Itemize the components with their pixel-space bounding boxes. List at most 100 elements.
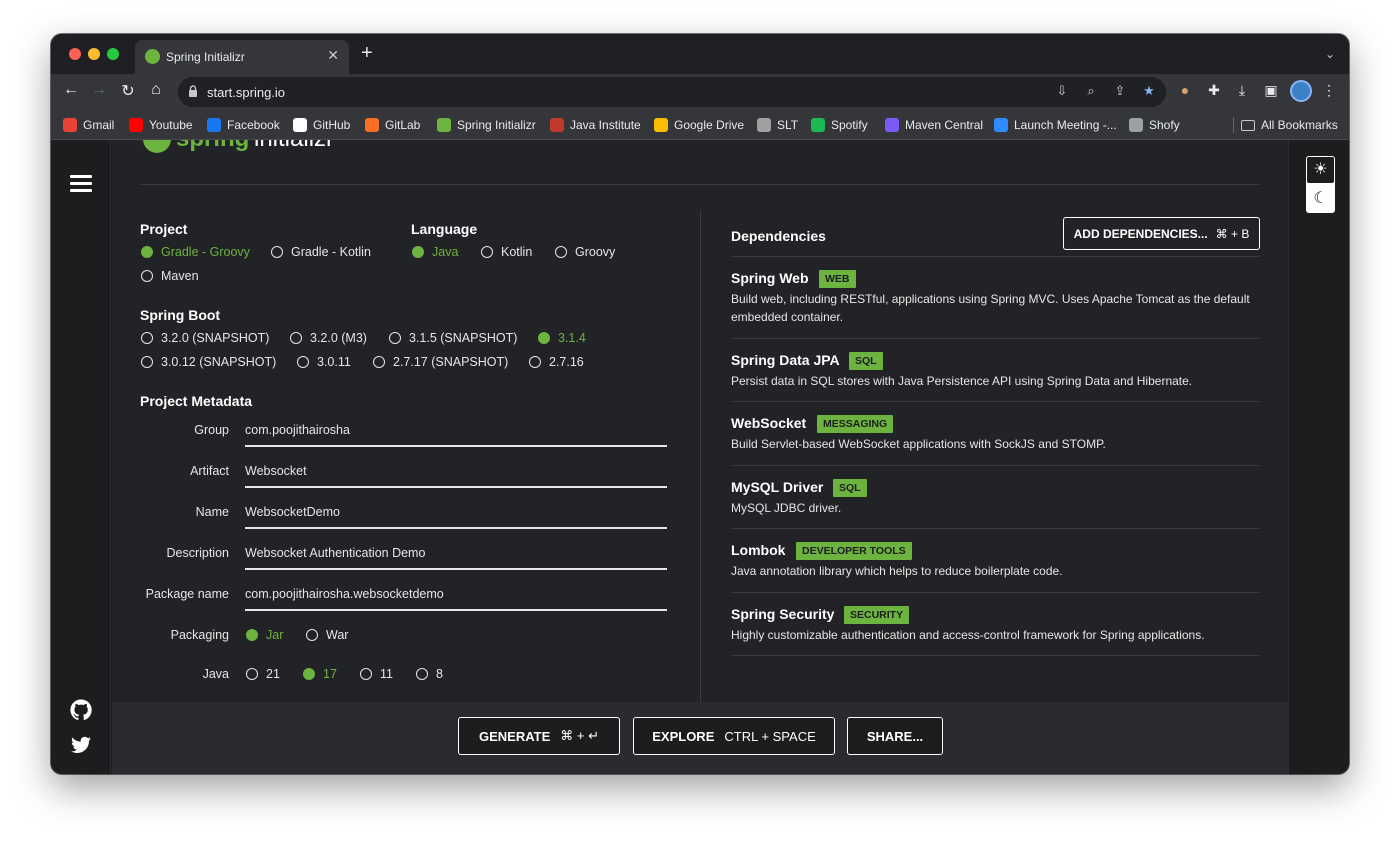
- bookmark-label: Shofy: [1149, 118, 1180, 132]
- radio-java-11[interactable]: 11: [360, 667, 393, 681]
- generate-button[interactable]: GENERATE ⌘ + ↵: [458, 717, 620, 755]
- artifact-input[interactable]: Websocket: [245, 464, 667, 488]
- bookmark-slt[interactable]: SLT: [757, 117, 798, 133]
- zoom-window-button[interactable]: [107, 48, 119, 60]
- logo-text-initializr: initializr: [254, 140, 334, 152]
- generate-label: GENERATE: [479, 728, 551, 744]
- all-bookmarks-button[interactable]: All Bookmarks: [1241, 117, 1338, 133]
- bookmark-facebook[interactable]: Facebook: [207, 117, 280, 133]
- hamburger-menu-icon[interactable]: [70, 175, 92, 193]
- all-bookmarks-label: All Bookmarks: [1261, 118, 1338, 132]
- radio-label: 21: [266, 667, 280, 681]
- downloads-icon[interactable]: ⤓: [1232, 82, 1252, 99]
- add-dependencies-button[interactable]: ADD DEPENDENCIES... ⌘ + B: [1063, 217, 1260, 250]
- radio-maven[interactable]: Maven: [141, 269, 199, 283]
- bookmark-label: Gmail: [83, 118, 115, 132]
- radio-label: Gradle - Kotlin: [291, 245, 371, 259]
- radio-label: Maven: [161, 269, 199, 283]
- dependency-divider: [731, 592, 1260, 593]
- share-button[interactable]: SHARE...: [847, 717, 943, 755]
- radio-java[interactable]: Java: [412, 245, 458, 259]
- twitter-icon[interactable]: [69, 733, 93, 757]
- radio-boot-3-0-11[interactable]: 3.0.11: [297, 355, 351, 369]
- package-name-input[interactable]: com.poojithairosha.websocketdemo: [245, 587, 667, 611]
- tab-search-chevron-icon[interactable]: ⌄: [1325, 47, 1335, 61]
- minimize-window-button[interactable]: [88, 48, 100, 60]
- radio-label: War: [326, 628, 349, 642]
- dependency-name: WebSocket: [731, 415, 807, 431]
- radio-boot-2-7-16[interactable]: 2.7.16: [529, 355, 584, 369]
- back-arrow-icon[interactable]: ←: [61, 81, 81, 99]
- github-icon[interactable]: [69, 698, 93, 722]
- radio-packaging-jar[interactable]: Jar: [246, 628, 283, 642]
- browser-menu-icon[interactable]: ⋮: [1319, 82, 1339, 99]
- browser-tab[interactable]: Spring Initializr ✕: [135, 40, 349, 74]
- radio-boot-3-2-0-snapshot[interactable]: 3.2.0 (SNAPSHOT): [141, 331, 269, 345]
- address-bar[interactable]: start.spring.io ⇩ ⌕ ⇪ ★: [178, 77, 1166, 107]
- bookmark-label: GitLab: [385, 118, 421, 132]
- explore-button[interactable]: EXPLORE CTRL + SPACE: [633, 717, 835, 755]
- install-app-icon[interactable]: ⇩: [1053, 83, 1071, 99]
- bookmark-java-institute[interactable]: Java Institute: [550, 117, 641, 133]
- extensions-puzzle-icon[interactable]: ✚: [1204, 82, 1224, 99]
- radio-java-21[interactable]: 21: [246, 667, 280, 681]
- radio-boot-3-2-0-m3[interactable]: 3.2.0 (M3): [290, 331, 367, 345]
- profile-avatar[interactable]: [1290, 80, 1312, 102]
- side-panel-icon[interactable]: ▣: [1261, 82, 1281, 99]
- bookmark-label: Spotify: [831, 118, 868, 132]
- radio-boot-3-0-12-snapshot[interactable]: 3.0.12 (SNAPSHOT): [141, 355, 276, 369]
- home-icon[interactable]: ⌂: [146, 81, 166, 99]
- dependency-badge: SQL: [849, 352, 883, 370]
- bookmark-shofy[interactable]: Shofy: [1129, 117, 1180, 133]
- close-tab-icon[interactable]: ✕: [327, 47, 339, 64]
- reload-icon[interactable]: ↻: [118, 81, 138, 101]
- theme-toggle[interactable]: ☀ ☾: [1306, 156, 1335, 213]
- radio-java-17[interactable]: 17: [303, 667, 337, 681]
- bookmark-youtube[interactable]: Youtube: [129, 117, 193, 133]
- youtube-icon: [129, 118, 143, 132]
- sun-icon[interactable]: ☀: [1307, 157, 1334, 183]
- description-input[interactable]: Websocket Authentication Demo: [245, 546, 667, 570]
- name-input[interactable]: WebsocketDemo: [245, 505, 667, 529]
- radio-gradle-groovy[interactable]: Gradle - Groovy: [141, 245, 250, 259]
- bookmark-gitlab[interactable]: GitLab: [365, 117, 420, 133]
- dependency-divider: [731, 256, 1260, 257]
- new-tab-button[interactable]: +: [361, 43, 373, 63]
- bookmark-launch-meeting[interactable]: Launch Meeting -...: [994, 117, 1117, 133]
- radio-boot-2-7-17-snapshot[interactable]: 2.7.17 (SNAPSHOT): [373, 355, 508, 369]
- moon-icon[interactable]: ☾: [1307, 185, 1334, 212]
- bookmark-star-icon[interactable]: ★: [1140, 83, 1158, 99]
- group-input[interactable]: com.poojithairosha: [245, 423, 667, 447]
- bookmark-maven-central[interactable]: Maven Central: [885, 117, 983, 133]
- tab-title: Spring Initializr: [166, 50, 245, 64]
- radio-label: 3.2.0 (SNAPSHOT): [161, 331, 270, 345]
- radio-java-8[interactable]: 8: [416, 667, 443, 681]
- zoom-app-icon: [994, 118, 1008, 132]
- bookmark-google-drive[interactable]: Google Drive: [654, 117, 744, 133]
- artifact-value: Websocket: [245, 464, 307, 478]
- browser-toolbar: ← → ↻ ⌂ start.spring.io ⇩ ⌕ ⇪ ★ ● ✚ ⤓ ▣ …: [51, 74, 1349, 110]
- forward-arrow-icon[interactable]: →: [89, 81, 109, 99]
- radio-groovy[interactable]: Groovy: [555, 245, 615, 259]
- dependency-description: Build web, including RESTful, applicatio…: [731, 292, 1250, 324]
- radio-boot-3-1-5-snapshot[interactable]: 3.1.5 (SNAPSHOT): [389, 331, 517, 345]
- bookmark-gmail[interactable]: Gmail: [63, 117, 114, 133]
- explore-shortcut: CTRL + SPACE: [724, 728, 816, 744]
- cookie-extension-icon[interactable]: ●: [1175, 82, 1195, 98]
- radio-label: Java: [432, 245, 459, 259]
- bookmark-spring-initializr[interactable]: Spring Initializr: [437, 117, 536, 133]
- header-divider: [140, 184, 1260, 185]
- zoom-icon[interactable]: ⌕: [1082, 83, 1100, 99]
- radio-label: 3.0.12 (SNAPSHOT): [161, 355, 277, 369]
- radio-gradle-kotlin[interactable]: Gradle - Kotlin: [271, 245, 371, 259]
- bookmark-label: Java Institute: [570, 118, 641, 132]
- close-window-button[interactable]: [69, 48, 81, 60]
- language-heading: Language: [411, 221, 478, 237]
- bookmark-spotify[interactable]: Spotify: [811, 117, 868, 133]
- share-icon[interactable]: ⇪: [1111, 83, 1129, 99]
- radio-boot-3-1-4[interactable]: 3.1.4: [538, 331, 586, 345]
- bookmark-github[interactable]: GitHub: [293, 117, 350, 133]
- artifact-label: Artifact: [190, 464, 229, 478]
- radio-packaging-war[interactable]: War: [306, 628, 348, 642]
- radio-kotlin[interactable]: Kotlin: [481, 245, 532, 259]
